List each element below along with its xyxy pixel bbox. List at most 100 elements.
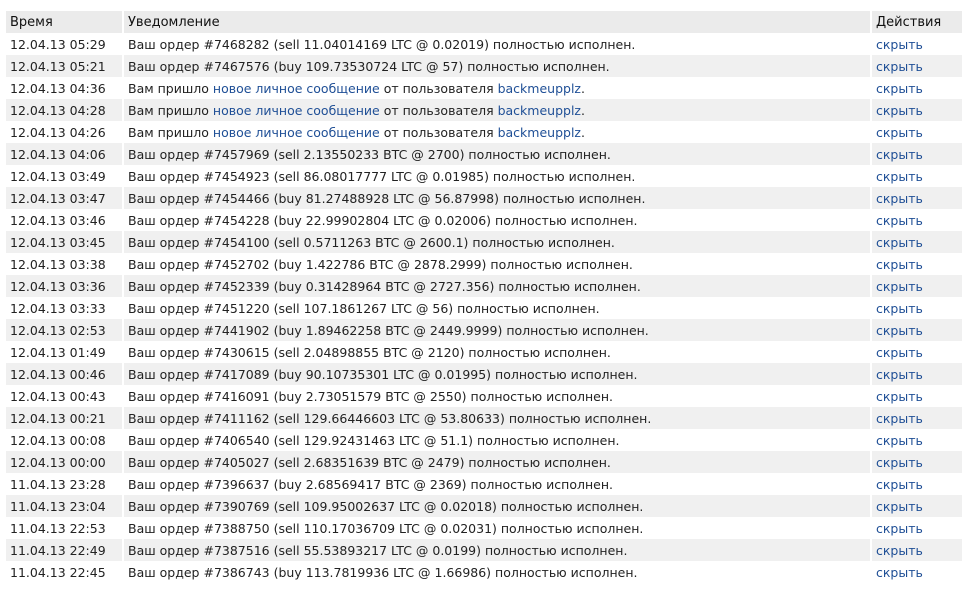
hide-link[interactable]: скрыть [876, 257, 923, 272]
row-time: 11.04.13 22:49 [6, 539, 124, 561]
row-time: 12.04.13 01:49 [6, 341, 124, 363]
hide-link[interactable]: скрыть [876, 213, 923, 228]
row-actions: скрыть [872, 165, 964, 187]
message-middle: от пользователя [379, 80, 498, 96]
table-row: 11.04.13 22:53 Ваш ордер #7388750 (sell 1… [6, 517, 964, 539]
row-notification: Ваш ордер #7454923 (sell 86.08017777 LTC… [124, 165, 872, 187]
hide-link[interactable]: скрыть [876, 169, 923, 184]
row-notification: Ваш ордер #7406540 (sell 129.92431463 LT… [124, 429, 872, 451]
table-row: 11.04.13 23:04 Ваш ордер #7390769 (sell 1… [6, 495, 964, 517]
hide-link[interactable]: скрыть [876, 543, 923, 558]
row-time: 12.04.13 02:53 [6, 319, 124, 341]
table-row: 12.04.13 03:38 Ваш ордер #7452702 (buy 1.… [6, 253, 964, 275]
row-actions: скрыть [872, 539, 964, 561]
row-time: 12.04.13 03:33 [6, 297, 124, 319]
row-actions: скрыть [872, 473, 964, 495]
hide-link[interactable]: скрыть [876, 59, 923, 74]
hide-link[interactable]: скрыть [876, 389, 923, 404]
row-actions: скрыть [872, 341, 964, 363]
table-row: 12.04.13 01:49 Ваш ордер #7430615 (sell 2… [6, 341, 964, 363]
private-message-link[interactable]: новое личное сообщение [213, 103, 380, 118]
table-row: 12.04.13 05:21 Ваш ордер #7467576 (buy 10… [6, 55, 964, 77]
row-notification: Ваш ордер #7387516 (sell 55.53893217 LTC… [124, 539, 872, 561]
private-message-link[interactable]: новое личное сообщение [213, 81, 380, 96]
row-time: 11.04.13 22:53 [6, 517, 124, 539]
row-actions: скрыть [872, 77, 964, 99]
hide-link[interactable]: скрыть [876, 37, 923, 52]
row-notification: Ваш ордер #7454100 (sell 0.5711263 BTC @… [124, 231, 872, 253]
row-notification: Ваш ордер #7454228 (buy 22.99902804 LTC … [124, 209, 872, 231]
row-notification: Вам пришло новое личное сообщение от пол… [124, 99, 872, 121]
row-actions: скрыть [872, 407, 964, 429]
hide-link[interactable]: скрыть [876, 235, 923, 250]
table-row: 12.04.13 04:06 Ваш ордер #7457969 (sell 2… [6, 143, 964, 165]
row-notification: Ваш ордер #7452339 (buy 0.31428964 BTC @… [124, 275, 872, 297]
user-link[interactable]: backmeupplz [498, 103, 581, 118]
row-time: 12.04.13 04:06 [6, 143, 124, 165]
private-message-link[interactable]: новое личное сообщение [213, 125, 380, 140]
hide-link[interactable]: скрыть [876, 279, 923, 294]
row-notification: Ваш ордер #7405027 (sell 2.68351639 BTC … [124, 451, 872, 473]
hide-link[interactable]: скрыть [876, 191, 923, 206]
hide-link[interactable]: скрыть [876, 521, 923, 536]
row-time: 11.04.13 22:45 [6, 561, 124, 583]
notifications-body: 12.04.13 05:29 Ваш ордер #7468282 (sell 1… [6, 33, 964, 583]
column-header-notification: Уведомление [124, 11, 872, 33]
table-row: 11.04.13 22:49 Ваш ордер #7387516 (sell 5… [6, 539, 964, 561]
user-link[interactable]: backmeupplz [498, 81, 581, 96]
hide-link[interactable]: скрыть [876, 565, 923, 580]
hide-link[interactable]: скрыть [876, 433, 923, 448]
row-actions: скрыть [872, 187, 964, 209]
row-actions: скрыть [872, 363, 964, 385]
hide-link[interactable]: скрыть [876, 301, 923, 316]
row-notification: Ваш ордер #7417089 (buy 90.10735301 LTC … [124, 363, 872, 385]
message-middle: от пользователя [379, 102, 498, 118]
row-actions: скрыть [872, 451, 964, 473]
row-time: 12.04.13 03:49 [6, 165, 124, 187]
message-prefix: Вам пришло [128, 102, 213, 118]
table-header-row: Время Уведомление Действия [6, 11, 964, 33]
hide-link[interactable]: скрыть [876, 125, 923, 140]
row-notification: Ваш ордер #7386743 (buy 113.7819936 LTC … [124, 561, 872, 583]
row-actions: скрыть [872, 231, 964, 253]
hide-link[interactable]: скрыть [876, 345, 923, 360]
column-header-actions: Действия [872, 11, 964, 33]
hide-link[interactable]: скрыть [876, 455, 923, 470]
table-row: 11.04.13 23:28 Ваш ордер #7396637 (buy 2.… [6, 473, 964, 495]
table-row: 12.04.13 04:28 Вам пришло новое личное со… [6, 99, 964, 121]
row-time: 12.04.13 00:43 [6, 385, 124, 407]
row-notification: Ваш ордер #7441902 (buy 1.89462258 BTC @… [124, 319, 872, 341]
row-actions: скрыть [872, 99, 964, 121]
table-row: 12.04.13 00:46 Ваш ордер #7417089 (buy 90… [6, 363, 964, 385]
row-notification: Ваш ордер #7416091 (buy 2.73051579 BTC @… [124, 385, 872, 407]
table-row: 12.04.13 03:47 Ваш ордер #7454466 (buy 81… [6, 187, 964, 209]
hide-link[interactable]: скрыть [876, 147, 923, 162]
row-time: 11.04.13 23:28 [6, 473, 124, 495]
hide-link[interactable]: скрыть [876, 499, 923, 514]
hide-link[interactable]: скрыть [876, 411, 923, 426]
hide-link[interactable]: скрыть [876, 103, 923, 118]
row-actions: скрыть [872, 33, 964, 55]
row-actions: скрыть [872, 495, 964, 517]
row-time: 12.04.13 05:21 [6, 55, 124, 77]
hide-link[interactable]: скрыть [876, 323, 923, 338]
hide-link[interactable]: скрыть [876, 477, 923, 492]
row-time: 12.04.13 05:29 [6, 33, 124, 55]
user-link[interactable]: backmeupplz [498, 125, 581, 140]
message-prefix: Вам пришло [128, 80, 213, 96]
row-notification: Ваш ордер #7388750 (sell 110.17036709 LT… [124, 517, 872, 539]
row-actions: скрыть [872, 121, 964, 143]
row-notification: Ваш ордер #7390769 (sell 109.95002637 LT… [124, 495, 872, 517]
table-row: 12.04.13 03:33 Ваш ордер #7451220 (sell 1… [6, 297, 964, 319]
hide-link[interactable]: скрыть [876, 367, 923, 382]
row-notification: Ваш ордер #7468282 (sell 11.04014169 LTC… [124, 33, 872, 55]
row-notification: Ваш ордер #7396637 (buy 2.68569417 BTC @… [124, 473, 872, 495]
table-row: 12.04.13 04:26 Вам пришло новое личное со… [6, 121, 964, 143]
row-notification: Ваш ордер #7452702 (buy 1.422786 BTC @ 2… [124, 253, 872, 275]
row-actions: скрыть [872, 429, 964, 451]
table-row: 12.04.13 03:46 Ваш ордер #7454228 (buy 22… [6, 209, 964, 231]
row-time: 12.04.13 03:46 [6, 209, 124, 231]
hide-link[interactable]: скрыть [876, 81, 923, 96]
row-notification: Вам пришло новое личное сообщение от пол… [124, 121, 872, 143]
row-time: 12.04.13 03:38 [6, 253, 124, 275]
